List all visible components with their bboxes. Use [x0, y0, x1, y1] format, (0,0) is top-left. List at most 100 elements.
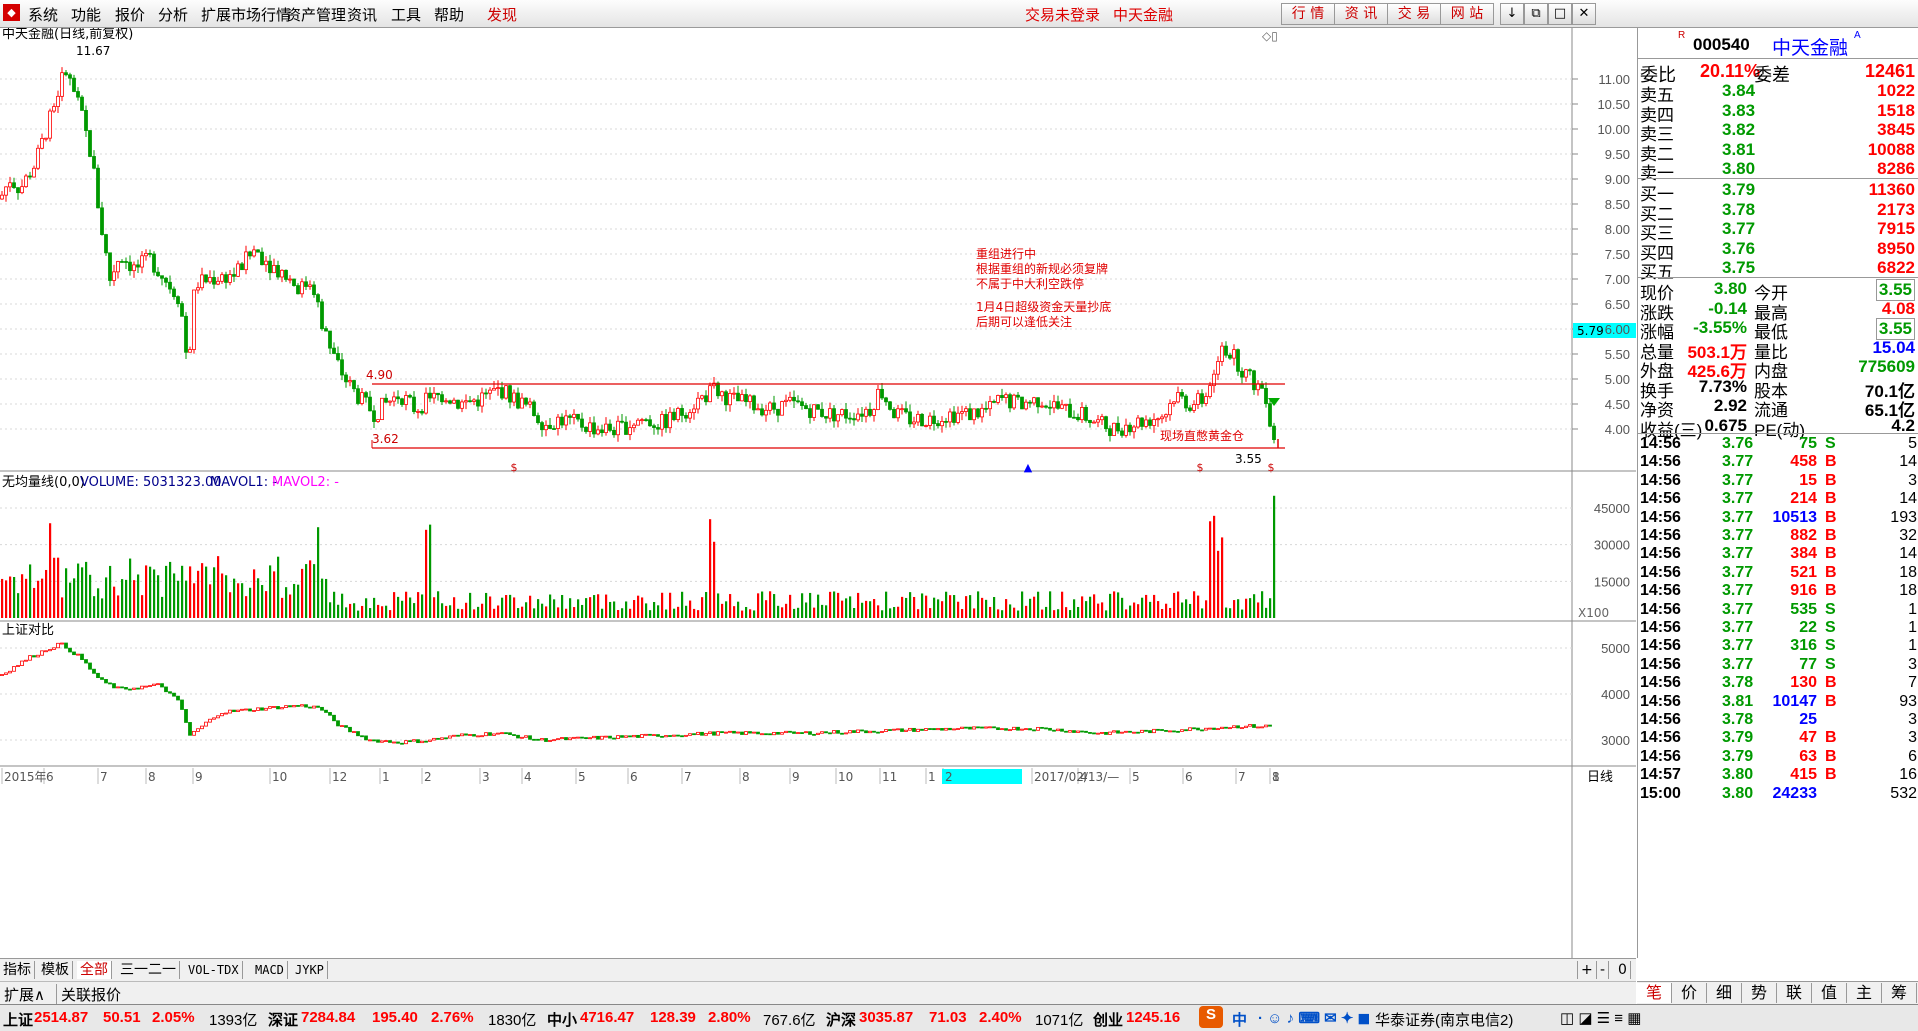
bid-price[interactable]: 3.77	[1722, 219, 1755, 239]
signal-marker[interactable]: ▲	[1024, 461, 1033, 474]
menu-quote[interactable]: 报价	[115, 4, 145, 25]
ime-toolbar-icons[interactable]: · ☺ ♪ ⌨ ✉ ✦ ◼	[1258, 1009, 1370, 1027]
tick-count: 3	[1908, 729, 1917, 747]
signal-marker[interactable]: $	[1197, 461, 1204, 474]
volume-bar	[773, 594, 776, 618]
bid-price[interactable]: 3.75	[1722, 258, 1755, 278]
volume-bar	[681, 591, 684, 618]
period-label[interactable]: 日线	[1587, 770, 1613, 785]
menu-asset[interactable]: 资产管理	[286, 4, 346, 25]
kline-chart-area[interactable]: 11.00 10.50 10.00 9.50 9.00 8.50 8.00 7.50 7.00 6…	[0, 26, 1636, 958]
tab-macd[interactable]: MACD	[252, 961, 288, 979]
menu-help[interactable]: 帮助	[434, 4, 464, 25]
index-candle	[1156, 728, 1160, 731]
ask-price[interactable]: 3.80	[1722, 159, 1755, 179]
sogou-ime-icon[interactable]: S	[1199, 1006, 1223, 1028]
signal-marker[interactable]: $	[511, 461, 518, 474]
sz-index[interactable]: 7284.84	[301, 1009, 355, 1026]
candle-body	[1236, 349, 1240, 372]
tray-icons[interactable]: ◫ ◪ ☰ ≡ ▦	[1560, 1009, 1641, 1027]
menu-system[interactable]: 系统	[28, 4, 58, 25]
tab-all[interactable]: 全部	[77, 961, 112, 979]
quote-tab[interactable]: 笔	[1637, 983, 1672, 1003]
cy-index[interactable]: 1245.16	[1126, 1009, 1180, 1026]
ask-volume: 10088	[1867, 139, 1915, 159]
candle-body	[260, 251, 264, 266]
cy-label: 创业	[1093, 1012, 1124, 1029]
stock-name[interactable]: 中天金融	[1772, 33, 1848, 60]
top-btn-news[interactable]: 资 讯	[1334, 3, 1388, 25]
ime-mode[interactable]: 中	[1232, 1009, 1247, 1030]
tab-vol-tdx[interactable]: VOL-TDX	[185, 961, 243, 979]
volume-bar	[957, 601, 960, 618]
ask-price[interactable]: 3.83	[1722, 101, 1755, 121]
top-btn-trade[interactable]: 交 易	[1387, 3, 1441, 25]
quote-tab[interactable]: 势	[1742, 983, 1777, 1003]
quote-tab[interactable]: 筹	[1882, 983, 1917, 1003]
restore-icon[interactable]: ⧉	[1524, 3, 1548, 25]
signal-marker[interactable]: $	[1268, 461, 1275, 474]
index-candle	[116, 686, 120, 689]
index-candle	[184, 709, 188, 723]
index-candle	[188, 722, 192, 736]
quote-tab[interactable]: 价	[1672, 983, 1707, 1003]
candle-body	[980, 407, 984, 418]
login-status[interactable]: 交易未登录	[1025, 4, 1100, 25]
volume-bar	[549, 594, 552, 618]
candle-body	[244, 251, 248, 271]
chart-toolbar-icons[interactable]: ◇▯	[1262, 29, 1278, 43]
candle-body	[1028, 401, 1032, 404]
volume-bar	[505, 595, 508, 618]
bid-price[interactable]: 3.78	[1722, 200, 1755, 220]
bid-price[interactable]: 3.76	[1722, 239, 1755, 259]
quote-tab[interactable]: 主	[1847, 983, 1882, 1003]
volume-bar	[461, 609, 464, 618]
index-candle	[832, 730, 836, 734]
ask-price[interactable]: 3.81	[1722, 140, 1755, 160]
hs-index[interactable]: 3035.87	[859, 1009, 913, 1026]
close-icon[interactable]: ✕	[1572, 3, 1596, 25]
tab-template[interactable]: 模板	[38, 961, 73, 979]
quote-tab[interactable]: 值	[1812, 983, 1847, 1003]
index-candle	[732, 730, 736, 734]
menu-ext-market[interactable]: 扩展市场行情	[201, 4, 291, 25]
volume-bar	[1117, 592, 1120, 618]
kline-svg[interactable]: 11.00 10.50 10.00 9.50 9.00 8.50 8.00 7.50 7.00 6…	[0, 26, 1636, 958]
top-btn-web[interactable]: 网 站	[1440, 3, 1494, 25]
bid-price[interactable]: 3.79	[1722, 180, 1755, 200]
quote-tab[interactable]: 细	[1707, 983, 1742, 1003]
volume-bar	[813, 607, 816, 618]
menu-news[interactable]: 资讯	[347, 4, 377, 25]
zoom-reset-button[interactable]: 0	[1615, 961, 1631, 979]
index-candle	[1036, 726, 1040, 731]
tab-indicator[interactable]: 指标	[0, 961, 35, 979]
zoom-in-button[interactable]: +	[1577, 961, 1597, 979]
sh-index[interactable]: 2514.87	[34, 1009, 88, 1026]
ask-price[interactable]: 3.82	[1722, 120, 1755, 140]
menu-tools[interactable]: 工具	[391, 4, 421, 25]
candle-body	[528, 401, 532, 405]
expand-button[interactable]: 扩展∧	[4, 984, 45, 1005]
menu-function[interactable]: 功能	[71, 4, 101, 25]
index-candle	[348, 726, 352, 733]
volume-bar	[189, 566, 192, 618]
quote-tab[interactable]: 联	[1777, 983, 1812, 1003]
ask-price[interactable]: 3.84	[1722, 81, 1755, 101]
top-btn-market[interactable]: 行 情	[1281, 3, 1335, 25]
related-quote-button[interactable]: 关联报价	[56, 984, 121, 1005]
candle-body	[1096, 419, 1100, 423]
volume-bar	[433, 597, 436, 618]
maximize-icon[interactable]: □	[1548, 3, 1572, 25]
tick-price: 3.77	[1722, 582, 1754, 600]
tab-sanyi[interactable]: 三一二一	[117, 961, 180, 979]
menu-discover[interactable]: 发现	[487, 4, 517, 25]
app-name: 中天金融	[1113, 6, 1174, 24]
tick-price: 3.80	[1722, 784, 1754, 802]
minimize-icon[interactable]: ↓	[1500, 3, 1524, 25]
zoom-out-button[interactable]: -	[1597, 961, 1610, 979]
zx-index[interactable]: 4716.47	[580, 1009, 634, 1026]
menu-analysis[interactable]: 分析	[158, 4, 188, 25]
tab-jykp[interactable]: JYKP	[292, 961, 328, 979]
candle-body	[200, 274, 204, 289]
candle-body	[976, 408, 980, 418]
